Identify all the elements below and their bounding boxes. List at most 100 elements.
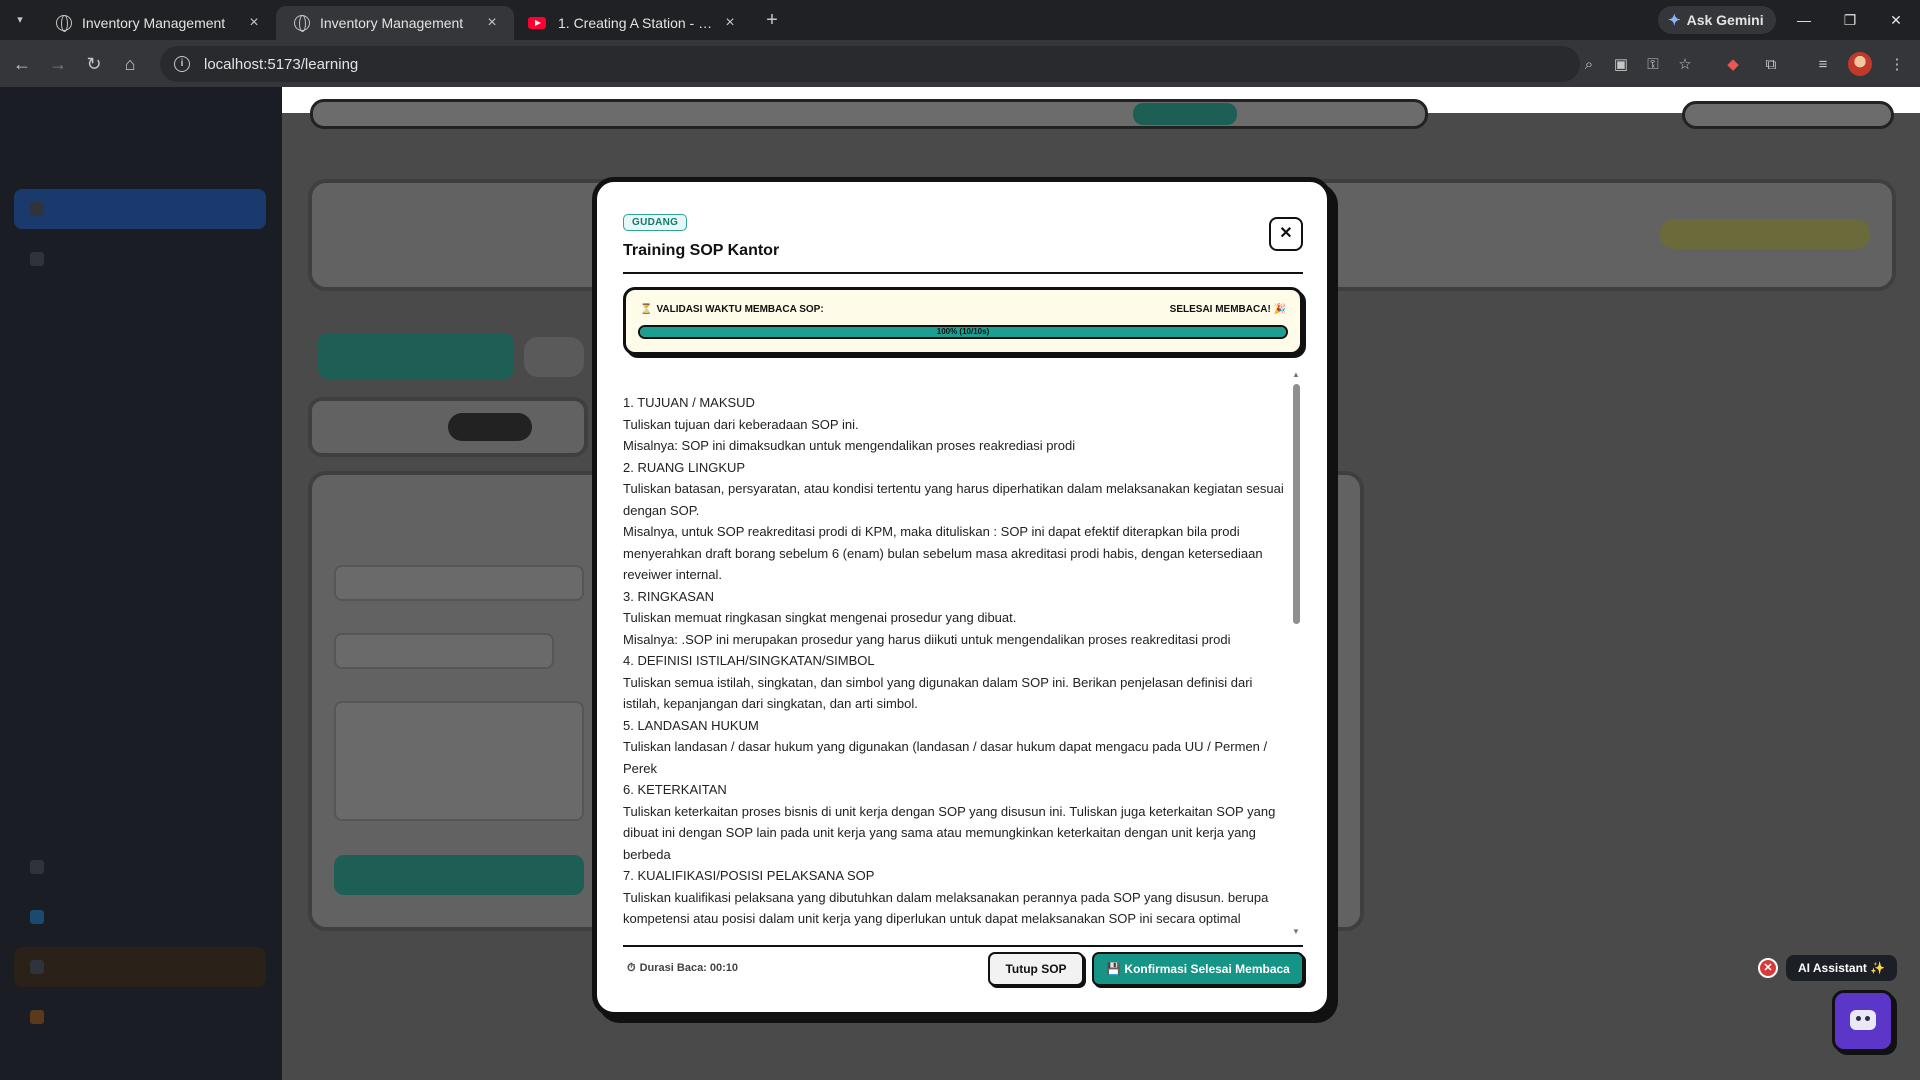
close-icon: ✕ xyxy=(1279,225,1293,242)
reading-progress-bar: 100% (10/10s) xyxy=(638,325,1288,339)
sop-modal: GUDANG Training SOP Kantor ✕ ⏳ VALIDASI W… xyxy=(592,177,1332,1017)
sop-line: Tuliskan tujuan dari keberadaan SOP ini. xyxy=(623,416,859,432)
sidebar-icon xyxy=(30,960,44,974)
restore-icon[interactable]: ❐ xyxy=(1838,8,1862,32)
stopwatch-icon: ⏱ xyxy=(627,962,636,974)
address-bar[interactable]: i localhost:5173/learning xyxy=(160,46,1580,82)
sidebar-item[interactable] xyxy=(14,847,266,887)
form-select[interactable] xyxy=(334,633,554,669)
close-sop-button[interactable]: Tutup SOP xyxy=(988,952,1084,986)
browser-tab-1[interactable]: Inventory Management × xyxy=(38,6,276,40)
divider xyxy=(623,945,1303,947)
filter-bar xyxy=(308,397,588,457)
password-key-icon[interactable]: ⚿ xyxy=(1640,52,1666,78)
install-app-icon[interactable]: ▣ xyxy=(1608,52,1634,78)
sop-content-text: 1. TUJUAN / MAKSUD Tuliskan tujuan dari k… xyxy=(623,392,1287,930)
header-badge xyxy=(1660,219,1870,249)
sop-line: 6. KETERKAITAN xyxy=(623,782,727,797)
ai-assistant-label[interactable]: AI Assistant ✨ xyxy=(1786,955,1898,981)
sidebar-icon xyxy=(30,910,44,924)
close-icon: ✕ xyxy=(1763,962,1773,974)
confirm-finished-reading-button[interactable]: 💾 Konfirmasi Selesai Membaca xyxy=(1092,952,1304,986)
sop-line: 2. RUANG LINGKUP xyxy=(623,459,746,475)
sop-content-scroll[interactable]: ▲ ▼ 1. TUJUAN / MAKSUD Tuliskan tujuan da… xyxy=(623,370,1303,940)
sop-line: Tuliskan kualifikasi pelaksana yang dibu… xyxy=(623,889,1269,927)
sop-line: Tuliskan batasan, persyaratan, atau kond… xyxy=(623,481,1284,518)
browser-tabstrip: ▾ Inventory Management × Inventory Manag… xyxy=(0,0,1920,40)
scroll-up-arrow-icon[interactable]: ▲ xyxy=(1291,370,1301,380)
media-queue-icon[interactable]: ≡ xyxy=(1810,52,1836,78)
sop-line: Misalnya: .SOP ini merupakan prosedur ya… xyxy=(623,631,1231,647)
new-tab-button[interactable]: + xyxy=(760,8,784,32)
tab-close-icon[interactable]: × xyxy=(722,14,738,32)
ai-assistant-dismiss-button[interactable]: ✕ xyxy=(1758,958,1778,978)
sidebar-item[interactable] xyxy=(14,997,266,1037)
sidebar-icon xyxy=(30,860,44,874)
progress-text: 100% (10/10s) xyxy=(936,327,990,336)
zoom-icon[interactable]: ⌕ xyxy=(1576,52,1602,78)
sop-line: Tuliskan keterkaitan proses bisnis di un… xyxy=(623,803,1276,862)
sop-line: 3. RINGKASAN xyxy=(623,588,715,604)
sidebar xyxy=(0,87,282,1080)
globe-icon xyxy=(294,15,310,32)
home-icon[interactable]: ⌂ xyxy=(116,50,144,78)
sop-line: 1. TUJUAN / MAKSUD xyxy=(623,395,755,410)
divider xyxy=(623,272,1303,274)
browser-tab-3[interactable]: 1. Creating A Station - Niagara × xyxy=(514,6,752,40)
sop-line: Tuliskan semua istilah, singkatan, dan s… xyxy=(623,674,1253,712)
bookmark-star-icon[interactable]: ☆ xyxy=(1672,52,1698,78)
sidebar-item-active[interactable] xyxy=(14,189,266,229)
extensions-puzzle-icon[interactable]: ⧉ xyxy=(1758,52,1784,78)
tab-search-icon[interactable]: ▾ xyxy=(10,10,30,30)
reading-timer-box: ⏳ VALIDASI WAKTU MEMBACA SOP: SELESAI MEM… xyxy=(623,287,1303,355)
scrollbar-thumb[interactable] xyxy=(1293,384,1300,624)
duration-text: Durasi Baca: 00:10 xyxy=(639,962,739,974)
tab-label: Inventory Management xyxy=(320,15,464,31)
ask-gemini-label: Ask Gemini xyxy=(1686,12,1764,28)
modal-close-button[interactable]: ✕ xyxy=(1269,217,1303,251)
gemini-spark-icon: ✦ xyxy=(1668,12,1681,29)
timer-label-text: VALIDASI WAKTU MEMBACA SOP: xyxy=(656,304,824,315)
top-search-strip[interactable] xyxy=(1682,101,1894,129)
extension-fox-icon[interactable]: ◆ xyxy=(1720,52,1746,78)
filter-pill-active[interactable] xyxy=(448,413,532,441)
sop-line: Tuliskan landasan / dasar hukum yang dig… xyxy=(623,739,1268,776)
tab-label: 1. Creating A Station - Niagara xyxy=(558,15,722,31)
modal-title: Training SOP Kantor xyxy=(623,242,780,259)
module-nav-active[interactable] xyxy=(1133,103,1237,125)
sop-line: Tuliskan memuat ringkasan singkat mengen… xyxy=(623,610,1017,625)
globe-icon xyxy=(56,15,72,32)
hourglass-icon: ⏳ xyxy=(640,304,653,315)
tab-close-icon[interactable]: × xyxy=(484,14,500,32)
sidebar-item[interactable] xyxy=(14,947,266,987)
timer-label: ⏳ VALIDASI WAKTU MEMBACA SOP: xyxy=(640,304,824,315)
browser-tab-2[interactable]: Inventory Management × xyxy=(276,6,514,40)
sidebar-icon xyxy=(30,202,44,216)
minimize-icon[interactable]: — xyxy=(1792,8,1816,32)
tab-close-icon[interactable]: × xyxy=(246,14,262,32)
forward-arrow-icon[interactable]: → xyxy=(44,50,72,78)
reload-icon[interactable]: ↻ xyxy=(80,50,108,78)
ask-gemini-button[interactable]: ✦ Ask Gemini xyxy=(1658,6,1776,34)
sidebar-item[interactable] xyxy=(14,239,266,279)
profile-avatar[interactable] xyxy=(1848,52,1872,76)
sop-line: Misalnya, untuk SOP reakreditasi prodi d… xyxy=(623,524,1263,582)
reading-duration: ⏱ Durasi Baca: 00:10 xyxy=(627,962,738,975)
back-arrow-icon[interactable]: ← xyxy=(8,50,36,78)
sop-line: Misalnya: SOP ini dimaksudkan untuk meng… xyxy=(623,438,1076,453)
ai-assistant-robot-button[interactable] xyxy=(1832,990,1894,1052)
sop-line: 7. KUALIFIKASI/POSISI PELAKSANA SOP xyxy=(623,868,875,883)
timer-done-text: SELESAI MEMBACA! 🎉 xyxy=(1169,304,1286,315)
sidebar-item[interactable] xyxy=(14,897,266,937)
site-info-icon[interactable]: i xyxy=(174,56,190,72)
tab-button[interactable] xyxy=(524,337,584,377)
window-close-icon[interactable]: ✕ xyxy=(1884,8,1908,32)
form-textarea[interactable] xyxy=(334,701,584,821)
scroll-down-arrow-icon[interactable]: ▼ xyxy=(1291,927,1301,937)
form-field[interactable] xyxy=(334,565,584,601)
form-submit-button[interactable] xyxy=(334,855,584,895)
tab-button-active[interactable] xyxy=(318,333,514,379)
category-badge: GUDANG xyxy=(623,214,688,231)
url-text: localhost:5173/learning xyxy=(204,55,359,73)
browser-menu-icon[interactable]: ⋮ xyxy=(1884,52,1910,78)
